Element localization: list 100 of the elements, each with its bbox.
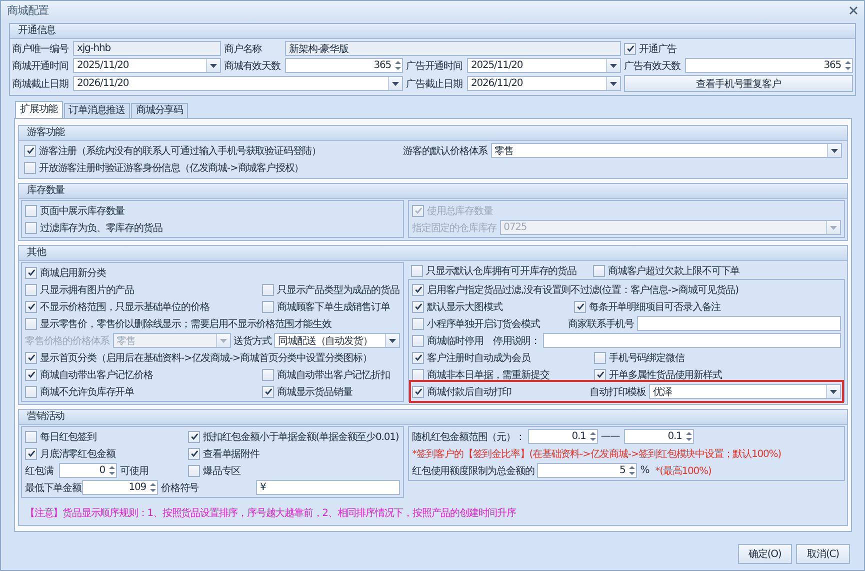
- tab[interactable]: 扩展功能: [15, 101, 63, 118]
- checkbox[interactable]: 商城临时停用: [412, 334, 490, 348]
- checkmark-icon: [596, 370, 604, 379]
- number-field[interactable]: 365: [685, 58, 853, 73]
- text-field[interactable]: xjg-hhb: [73, 41, 221, 56]
- text-field[interactable]: [543, 333, 841, 348]
- dropdown[interactable]: 同城配送（自动发货）: [274, 333, 400, 348]
- checkmark-icon: [26, 302, 36, 311]
- field-label: 商城开通时间: [12, 60, 70, 72]
- field-label: 游客的默认价格体系: [403, 144, 488, 158]
- dropdown[interactable]: 2026/11/20: [73, 76, 403, 91]
- checkbox[interactable]: 开通广告: [624, 42, 853, 56]
- checkbox[interactable]: 商城付款后自动打印: [412, 384, 587, 398]
- text-field[interactable]: 新架构-豪华版: [285, 41, 621, 56]
- dropdown[interactable]: 优泽: [649, 384, 841, 399]
- group-header: 其他: [19, 246, 847, 261]
- checkbox[interactable]: 小程序单独开启订货会模式: [412, 316, 566, 330]
- caret-icon[interactable]: [831, 148, 838, 152]
- spinner-icon[interactable]: [394, 59, 402, 72]
- number-field[interactable]: 0.1: [624, 429, 694, 444]
- checkmark-icon: [26, 449, 36, 458]
- dropdown[interactable]: 2026/11/20: [467, 76, 621, 91]
- spinner-icon[interactable]: [588, 430, 597, 443]
- checkbox[interactable]: 手机号码绑定微信: [594, 350, 841, 364]
- tab[interactable]: 商城分享码: [131, 103, 188, 118]
- dropdown[interactable]: 零售: [490, 143, 842, 158]
- spinner-icon[interactable]: [108, 464, 116, 477]
- notice-text: 【注意】货品显示顺序规则：1、按照货品设置排序，序号越大越靠前，2、相同排序情况下，按照产品的创建时间升序: [24, 506, 517, 521]
- checkbox[interactable]: 游客注册（系统内没有的联系人可通过输入手机号获取验证码登陆）: [24, 144, 400, 158]
- caret-icon[interactable]: [830, 390, 837, 394]
- number-field[interactable]: 5: [537, 463, 638, 478]
- checkbox[interactable]: 商城自动带出客户记忆价格: [25, 368, 259, 382]
- checkmark-icon: [264, 387, 272, 396]
- spinner-icon[interactable]: [844, 59, 852, 72]
- checkbox[interactable]: 查看单据附件: [188, 446, 400, 460]
- checkbox[interactable]: 显示零售价，零售价以删除线显示；需要启用不显示价格范围才能生效: [25, 316, 400, 330]
- checkmark-icon: [414, 387, 422, 396]
- checkbox[interactable]: 抵扣红包金额小于单据金额(单据金额至少0.01): [188, 430, 400, 444]
- checkmark-icon: [576, 302, 584, 311]
- number-field[interactable]: 109: [82, 480, 158, 495]
- checkbox[interactable]: 客户注册时自动成为会员: [412, 350, 591, 364]
- checkbox[interactable]: 商城启用新分类: [25, 266, 400, 280]
- field-label: 广告截止日期: [406, 78, 464, 90]
- dropdown[interactable]: 2025/11/20: [467, 58, 621, 73]
- checkbox[interactable]: 显示首页分类（启用后在基础资料->亿发商城->商城首页分类中设置分类图标）: [25, 350, 400, 364]
- checkmark-icon: [626, 44, 634, 53]
- checkbox[interactable]: 商城顾客下单生成销售订单: [262, 300, 400, 314]
- checkbox[interactable]: 默认显示大图模式: [412, 300, 571, 314]
- caret-icon[interactable]: [389, 338, 396, 342]
- number-field[interactable]: 365: [285, 58, 403, 73]
- field-label: 指定固定的仓库库存: [412, 222, 497, 234]
- caret-icon[interactable]: [610, 82, 617, 86]
- checkbox[interactable]: 启用客户指定货品过滤,没有设置则不过滤(位置：客户信息->商城可见货品): [412, 282, 841, 296]
- checkbox[interactable]: 开单多属性货品使用新样式: [594, 368, 841, 382]
- field-label: 红包使用额度限制为总金额的: [412, 464, 534, 478]
- field-label: 商家联系手机号: [568, 318, 634, 330]
- checkbox[interactable]: 只显示产品类型为成品的货品: [262, 282, 400, 296]
- caret-icon[interactable]: [392, 82, 399, 86]
- caret-icon[interactable]: [610, 64, 617, 68]
- checkbox[interactable]: 商城非本日单据，需重新提交: [412, 368, 591, 382]
- checkbox[interactable]: 商城自动带出客户记忆折扣: [262, 368, 400, 382]
- field-label: 随机红包金额范围（元）：: [412, 430, 525, 444]
- group-header: 游客功能: [19, 126, 847, 141]
- field-label: 商城有效天数: [224, 60, 282, 72]
- text-field[interactable]: ¥: [256, 480, 400, 495]
- checkbox[interactable]: 商城显示货品销量: [262, 384, 400, 398]
- field-label: 商户名称: [224, 42, 263, 56]
- dialog-button[interactable]: 确定(O): [738, 544, 792, 564]
- dropdown[interactable]: 2025/11/20: [73, 58, 221, 73]
- checkbox[interactable]: 商城不允许负库存开单: [25, 384, 259, 398]
- field-label: 停用说明：: [493, 334, 540, 348]
- checkbox[interactable]: 爆品专区: [188, 464, 400, 478]
- spinner-icon[interactable]: [684, 430, 693, 443]
- checkbox[interactable]: 每条开单明细项目可否录入备注: [574, 300, 841, 314]
- checkbox[interactable]: 页面中展示库存数量: [25, 204, 400, 218]
- checkbox[interactable]: 每日红包签到: [25, 430, 185, 444]
- checkmark-icon: [26, 268, 36, 277]
- query-button[interactable]: 查看手机号重复客户: [624, 75, 853, 92]
- caret-icon[interactable]: [210, 64, 217, 68]
- checkbox[interactable]: 商城客户超过欠款上限不可下单: [593, 264, 842, 278]
- checkbox[interactable]: 只显示默认仓库拥有可开库存的货品: [411, 264, 590, 278]
- hint-text: *签到客户的【签到金比率】(在基础资料->亿发商城->签到红包模块中设置；默认100%): [412, 448, 782, 460]
- spinner-icon[interactable]: [628, 464, 636, 477]
- close-icon[interactable]: [849, 6, 858, 15]
- checkmark-icon: [414, 206, 422, 215]
- number-field[interactable]: 0.1: [528, 429, 598, 444]
- field-label: 红包满: [25, 464, 54, 478]
- checkbox[interactable]: 开放游客注册时验证游客身份信息（亿发商城->商城客户授权）: [24, 160, 842, 174]
- checkbox[interactable]: 月底清零红包金额: [25, 446, 185, 460]
- number-field[interactable]: 0: [59, 463, 117, 478]
- group-header: 开通信息: [10, 24, 855, 39]
- dialog-button[interactable]: 取消(C): [796, 544, 850, 564]
- checkbox[interactable]: 不显示价格范围，只显示基础单位的价格: [25, 300, 259, 314]
- checkbox[interactable]: 只显示拥有图片的产品: [25, 282, 259, 296]
- checkbox[interactable]: 过滤库存为负、零库存的货品: [25, 220, 400, 234]
- tab[interactable]: 订单消息推送: [64, 103, 130, 118]
- spinner-icon[interactable]: [149, 481, 157, 494]
- group-header: 库存数量: [19, 184, 847, 199]
- field-label: 零售价格的价格体系: [25, 334, 110, 348]
- text-field[interactable]: [637, 316, 841, 331]
